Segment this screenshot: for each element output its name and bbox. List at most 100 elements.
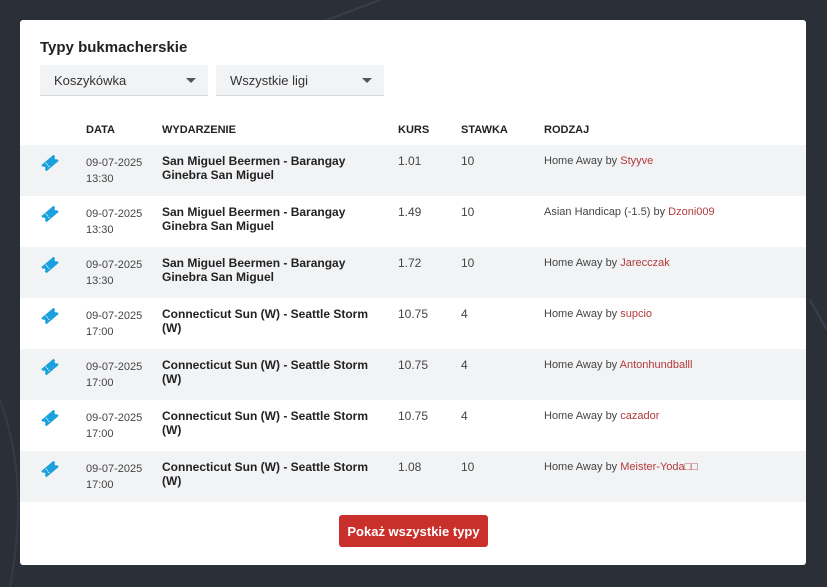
tip-event: San Miguel Beermen - Barangay Ginebra Sa… [162, 205, 346, 233]
tip-time: 17:00 [86, 479, 114, 491]
tip-date: 09-07-2025 [86, 361, 143, 373]
tip-time: 13:30 [86, 224, 114, 236]
tip-datetime: 09-07-2025 17:00 [86, 359, 142, 391]
tip-event: Connecticut Sun (W) - Seattle Storm (W) [162, 307, 369, 335]
tip-odds: 10.75 [398, 409, 429, 423]
tip-type-label: Home Away [544, 359, 603, 371]
league-select[interactable]: Wszystkie ligi [216, 65, 384, 96]
tip-date: 09-07-2025 [86, 412, 143, 424]
by-label: by [605, 155, 618, 167]
tipster-link[interactable]: cazador [620, 410, 659, 422]
tip-type: Home Away by supcio [544, 308, 652, 320]
ticket-icon [40, 357, 60, 377]
league-select-value: Wszystkie ligi [230, 73, 309, 88]
widget-title: Typy bukmacherskie [40, 39, 188, 56]
by-label: by [605, 461, 618, 473]
tip-datetime: 09-07-2025 13:30 [86, 206, 142, 238]
table-header: DATA WYDARZENIE KURS STAWKA RODZAJ [20, 124, 806, 140]
tip-type: Home Away by Antonhundballl [544, 359, 692, 371]
betting-tips-widget: Typy bukmacherskie Koszykówka Wszystkie … [20, 20, 806, 565]
tip-odds: 1.08 [398, 460, 422, 474]
tip-type-label: Home Away [544, 257, 603, 269]
tip-date: 09-07-2025 [86, 259, 143, 271]
tip-stake: 4 [461, 358, 468, 372]
tip-odds: 10.75 [398, 358, 429, 372]
tip-event: Connecticut Sun (W) - Seattle Storm (W) [162, 460, 369, 488]
header-event: WYDARZENIE [162, 124, 236, 136]
tip-stake: 10 [461, 460, 475, 474]
ticket-icon [40, 204, 60, 224]
header-stake: STAWKA [461, 124, 508, 136]
tip-odds: 1.72 [398, 256, 422, 270]
tip-type-label: Home Away [544, 308, 603, 320]
show-all-tips-button[interactable]: Pokaż wszystkie typy [339, 515, 488, 547]
by-label: by [605, 308, 618, 320]
table-row: 09-07-2025 13:30 San Miguel Beermen - Bara… [20, 145, 806, 196]
tip-type-label: Asian Handicap (-1.5) [544, 206, 651, 218]
tip-datetime: 09-07-2025 17:00 [86, 410, 142, 442]
tipster-link[interactable]: Meister-Yoda□□ [620, 461, 698, 473]
tip-type-label: Home Away [544, 461, 603, 473]
table-row: 09-07-2025 13:30 San Miguel Beermen - Bara… [20, 247, 806, 298]
tip-datetime: 09-07-2025 13:30 [86, 257, 142, 289]
table-row: 09-07-2025 13:30 San Miguel Beermen - Bara… [20, 196, 806, 247]
ticket-icon [40, 306, 60, 326]
tip-type: Home Away by Jarecczak [544, 257, 670, 269]
ticket-icon [40, 153, 60, 173]
sport-select[interactable]: Koszykówka [40, 65, 208, 96]
tip-event: Connecticut Sun (W) - Seattle Storm (W) [162, 409, 369, 437]
tips-table-body: 09-07-2025 13:30 San Miguel Beermen - Bara… [20, 145, 806, 502]
ticket-icon [40, 459, 60, 479]
tip-time: 13:30 [86, 173, 114, 185]
tipster-link[interactable]: Dzoni009 [668, 206, 714, 218]
tipster-link[interactable]: Styyve [620, 155, 653, 167]
tip-datetime: 09-07-2025 17:00 [86, 308, 142, 340]
tip-event: San Miguel Beermen - Barangay Ginebra Sa… [162, 256, 346, 284]
tip-odds: 10.75 [398, 307, 429, 321]
by-label: by [605, 359, 618, 371]
table-row: 09-07-2025 17:00 Connecticut Sun (W) - Sea… [20, 451, 806, 502]
tip-time: 17:00 [86, 326, 114, 338]
sport-select-value: Koszykówka [54, 73, 127, 88]
tip-odds: 1.01 [398, 154, 422, 168]
table-row: 09-07-2025 17:00 Connecticut Sun (W) - Sea… [20, 349, 806, 400]
header-date: DATA [86, 124, 115, 136]
table-row: 09-07-2025 17:00 Connecticut Sun (W) - Sea… [20, 400, 806, 451]
header-type: RODZAJ [544, 124, 590, 136]
tipster-link[interactable]: Antonhundballl [620, 359, 693, 371]
tip-type: Home Away by cazador [544, 410, 659, 422]
tip-stake: 10 [461, 205, 475, 219]
tip-date: 09-07-2025 [86, 157, 143, 169]
tip-odds: 1.49 [398, 205, 422, 219]
tip-date: 09-07-2025 [86, 208, 143, 220]
tipster-link[interactable]: Jarecczak [620, 257, 670, 269]
tip-event: Connecticut Sun (W) - Seattle Storm (W) [162, 358, 369, 386]
tip-event: San Miguel Beermen - Barangay Ginebra Sa… [162, 154, 346, 182]
caret-down-icon [186, 78, 196, 83]
tip-type-label: Home Away [544, 155, 603, 167]
header-odds: KURS [398, 124, 430, 136]
tip-stake: 4 [461, 307, 468, 321]
table-row: 09-07-2025 17:00 Connecticut Sun (W) - Sea… [20, 298, 806, 349]
tip-time: 13:30 [86, 275, 114, 287]
caret-down-icon [362, 78, 372, 83]
tip-date: 09-07-2025 [86, 310, 143, 322]
tipster-link[interactable]: supcio [620, 308, 652, 320]
tip-stake: 4 [461, 409, 468, 423]
tip-type-label: Home Away [544, 410, 603, 422]
ticket-icon [40, 408, 60, 428]
by-label: by [605, 257, 618, 269]
by-label: by [605, 410, 618, 422]
tip-time: 17:00 [86, 377, 114, 389]
ticket-icon [40, 255, 60, 275]
tip-type: Asian Handicap (-1.5) by Dzoni009 [544, 206, 715, 218]
tip-type: Home Away by Styyve [544, 155, 653, 167]
tip-stake: 10 [461, 256, 475, 270]
by-label: by [653, 206, 666, 218]
tip-time: 17:00 [86, 428, 114, 440]
tip-type: Home Away by Meister-Yoda□□ [544, 461, 698, 473]
tip-datetime: 09-07-2025 13:30 [86, 155, 142, 187]
tip-date: 09-07-2025 [86, 463, 143, 475]
tip-stake: 10 [461, 154, 475, 168]
tip-datetime: 09-07-2025 17:00 [86, 461, 142, 493]
